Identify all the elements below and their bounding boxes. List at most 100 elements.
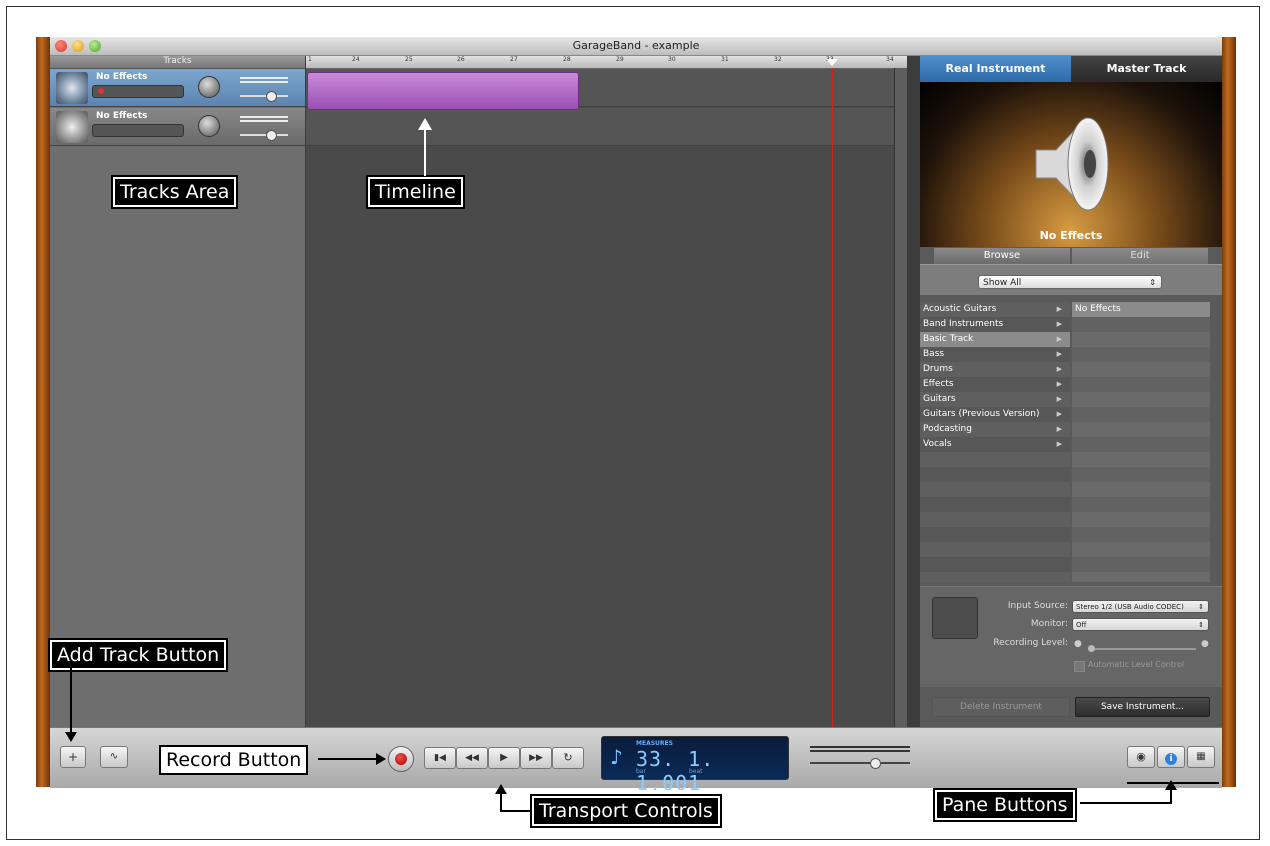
tab-edit[interactable]: Edit	[1072, 248, 1208, 264]
chevron-right-icon: ▶	[1056, 305, 1062, 313]
category-item[interactable]: Guitars ▶	[920, 392, 1070, 407]
track-volume-slider[interactable]	[240, 91, 288, 102]
chevron-right-icon: ▶	[1056, 440, 1062, 448]
monitor-value: Off	[1076, 621, 1087, 629]
record-callout: Record Button	[159, 745, 309, 775]
record-enable-icon[interactable]	[98, 88, 104, 94]
tab-real-instrument[interactable]: Real Instrument	[920, 56, 1071, 82]
auto-level-checkbox[interactable]	[1074, 661, 1085, 672]
mic-low-icon: ●	[1074, 639, 1082, 649]
fast-forward-button[interactable]: ▶▶	[520, 747, 552, 769]
plus-icon: +	[67, 750, 79, 764]
track-lane-2[interactable]	[306, 108, 907, 146]
recording-level-slider[interactable]	[1088, 645, 1196, 652]
category-label: Vocals	[923, 439, 952, 449]
track-info-button[interactable]: i	[1157, 746, 1185, 768]
loop-icon: ↻	[563, 751, 573, 764]
playhead-line	[832, 68, 833, 746]
category-item[interactable]: Bass ▶	[920, 347, 1070, 362]
ruler-mark: 31	[721, 56, 729, 63]
transport-arrowhead	[495, 784, 507, 794]
category-item[interactable]: Band Instruments ▶	[920, 317, 1070, 332]
speaker-icon	[1035, 116, 1109, 212]
preset-item[interactable]: No Effects	[1072, 302, 1210, 317]
category-item[interactable]: Acoustic Guitars ▶	[920, 302, 1070, 317]
category-label: Band Instruments	[923, 319, 1004, 329]
cycle-button[interactable]: ↻	[552, 747, 584, 769]
track-editor-button[interactable]: ∿	[100, 746, 128, 768]
record-icon	[395, 753, 407, 765]
pane-tabs: Real Instrument Master Track	[920, 56, 1222, 82]
info-icon: i	[1165, 753, 1177, 765]
add-track-button[interactable]: +	[60, 746, 86, 768]
record-button[interactable]	[388, 746, 414, 772]
tab-master-track[interactable]: Master Track	[1071, 56, 1222, 82]
save-instrument-button[interactable]: Save Instrument...	[1075, 697, 1210, 717]
audio-region[interactable]	[307, 72, 579, 110]
input-source-select[interactable]: Stereo 1/2 (USB Audio CODEC) ⇕	[1072, 600, 1209, 613]
delete-instrument-button[interactable]: Delete Instrument	[932, 697, 1070, 717]
transport-arrow-vertical	[500, 792, 502, 812]
category-item[interactable]: Effects ▶	[920, 377, 1070, 392]
monitor-select[interactable]: Off ⇕	[1072, 618, 1209, 631]
window-title: GarageBand - example	[572, 39, 700, 52]
track-header-1[interactable]: No Effects	[50, 69, 305, 107]
chevron-right-icon: ▶	[1056, 425, 1062, 433]
ruler-mark: 25	[405, 56, 413, 63]
category-item[interactable]: Podcasting ▶	[920, 422, 1070, 437]
recording-level-knob[interactable]	[1088, 645, 1095, 652]
media-browser-button[interactable]: ▦	[1187, 746, 1215, 768]
pan-knob[interactable]	[198, 76, 220, 98]
category-item[interactable]: Drums ▶	[920, 362, 1070, 377]
loop-browser-button[interactable]: ◉	[1127, 746, 1155, 768]
pane-buttons-callout: Pane Buttons	[933, 788, 1077, 822]
tab-browse[interactable]: Browse	[934, 248, 1070, 264]
lcd-position: 33. 1. 1.001	[636, 747, 715, 795]
pan-knob[interactable]	[198, 115, 220, 137]
volume-knob[interactable]	[266, 130, 277, 141]
record-arrow	[318, 758, 378, 760]
track-buttons[interactable]	[92, 124, 184, 137]
master-level-meter	[810, 746, 910, 748]
timeline-arrow	[424, 124, 426, 176]
track-header-2[interactable]: No Effects	[50, 108, 305, 146]
show-filter-value: Show All	[983, 278, 1022, 288]
category-item[interactable]: Basic Track ▶	[920, 332, 1070, 347]
track-buttons[interactable]	[92, 85, 184, 98]
auto-level-label: Automatic Level Control	[1088, 660, 1185, 669]
playhead-handle[interactable]	[826, 59, 838, 66]
track-name: No Effects	[96, 111, 148, 121]
master-volume-slider[interactable]	[810, 758, 910, 769]
monitor-label: Monitor:	[1030, 619, 1068, 629]
preset-list[interactable]: No Effects	[1072, 302, 1210, 582]
track-info-pane: Real Instrument Master Track No Effects …	[920, 56, 1222, 746]
chevron-right-icon: ▶	[1056, 380, 1062, 388]
master-volume-knob[interactable]	[870, 758, 881, 769]
volume-knob[interactable]	[266, 91, 277, 102]
category-item[interactable]: Vocals ▶	[920, 437, 1070, 452]
updown-icon: ⇕	[1198, 621, 1204, 629]
timeline[interactable]: 1 24 25 26 27 28 29 30 31 32 33 34	[306, 56, 907, 747]
recording-level-label: Recording Level:	[993, 638, 1068, 648]
chevron-right-icon: ▶	[1056, 410, 1062, 418]
play-button[interactable]: ▶	[488, 747, 520, 769]
lcd-display[interactable]: MEASURES ♪ 33. 1. 1.001 bar beat	[601, 736, 789, 795]
vertical-scrollbar[interactable]	[894, 68, 907, 732]
beat-ruler[interactable]: 1 24 25 26 27 28 29 30 31 32 33 34	[306, 56, 907, 69]
add-track-arrowhead	[65, 732, 77, 742]
rewind-icon: ◀◀	[465, 753, 479, 763]
category-list[interactable]: Acoustic Guitars ▶ Band Instruments ▶ Basic …	[920, 302, 1070, 582]
lcd-mode-label: MEASURES	[636, 740, 673, 747]
input-settings: Input Source: Stereo 1/2 (USB Audio CODE…	[920, 586, 1222, 687]
ruler-mark: 32	[774, 56, 782, 63]
title-bar[interactable]: GarageBand - example	[50, 37, 1222, 56]
timeline-callout: Timeline	[366, 175, 465, 209]
go-to-beginning-button[interactable]: ▮◀	[424, 747, 456, 769]
fast-forward-icon: ▶▶	[529, 753, 543, 763]
track-volume-slider[interactable]	[240, 130, 288, 141]
rewind-button[interactable]: ◀◀	[456, 747, 488, 769]
track-name: No Effects	[96, 72, 148, 82]
chevron-right-icon: ▶	[1056, 320, 1062, 328]
category-item[interactable]: Guitars (Previous Version) ▶	[920, 407, 1070, 422]
show-filter-select[interactable]: Show All ⇕	[978, 275, 1162, 289]
